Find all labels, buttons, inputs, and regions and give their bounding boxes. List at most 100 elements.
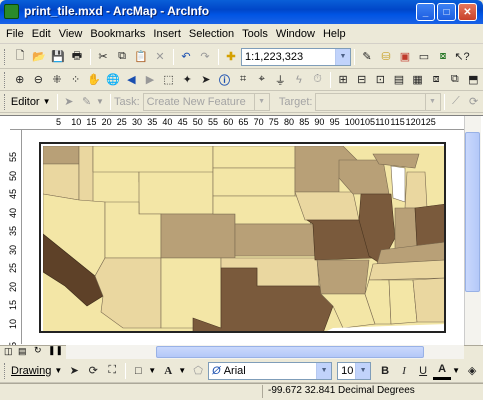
find-binoculars-icon[interactable]: ⌗ — [234, 71, 252, 89]
fixed-zoom-out-icon[interactable]: ⁘ — [67, 71, 85, 89]
zoom-in-icon[interactable]: ⊕ — [11, 71, 29, 89]
chevron-down-icon[interactable]: ▼ — [424, 93, 440, 110]
editor-toolbar-icon[interactable]: ✎ — [358, 48, 376, 66]
toolbar-grip[interactable] — [4, 48, 7, 65]
data-frame[interactable] — [39, 142, 446, 333]
menu-selection[interactable]: Selection — [189, 28, 234, 40]
menu-insert[interactable]: Insert — [153, 28, 181, 40]
layout-forward-icon[interactable]: ⬒ — [465, 71, 483, 89]
toolbar-grip[interactable] — [4, 71, 7, 88]
editor-menu[interactable]: Editor — [11, 96, 40, 108]
new-text-icon[interactable]: A — [159, 362, 177, 380]
zoom-to-selected-icon[interactable]: ⛶ — [103, 362, 121, 380]
forward-arrow-icon[interactable]: ▶ — [141, 71, 159, 89]
save-icon[interactable]: 💾 — [49, 48, 67, 66]
menu-file[interactable]: File — [6, 28, 24, 40]
drawing-dropdown-icon[interactable]: ▼ — [54, 366, 62, 375]
arcmap-app-icon[interactable] — [4, 4, 19, 19]
font-color-dropdown-icon[interactable]: ▼ — [452, 366, 460, 375]
rectangle-icon[interactable]: □ — [129, 362, 147, 380]
menu-help[interactable]: Help — [323, 28, 346, 40]
edit-tool-icon[interactable]: ➤ — [61, 93, 78, 111]
pan-hand-icon[interactable]: ✋ — [85, 71, 103, 89]
state-north-dakota[interactable] — [212, 146, 296, 169]
back-arrow-icon[interactable]: ◀ — [123, 71, 141, 89]
print-icon[interactable]: 🖶 — [68, 48, 86, 66]
fixed-zoom-in-icon[interactable]: ⁜ — [48, 71, 66, 89]
delete-icon[interactable]: ✕ — [151, 48, 169, 66]
target-combo[interactable]: ▼ — [315, 92, 441, 111]
layout-zoom-in-icon[interactable]: ⊞ — [334, 71, 352, 89]
state-arkansas[interactable] — [316, 259, 370, 295]
menu-view[interactable]: View — [59, 28, 83, 40]
full-extent-icon[interactable]: 🌐 — [104, 71, 122, 89]
layout-fixed-zoom-icon[interactable]: ⧈ — [427, 71, 445, 89]
menu-bookmarks[interactable]: Bookmarks — [90, 28, 145, 40]
clear-selection-icon[interactable]: ✦ — [178, 71, 196, 89]
layout-view-icon[interactable]: ▤ — [18, 346, 27, 357]
rotate-icon[interactable]: ⟳ — [84, 362, 102, 380]
copy-icon[interactable]: ⧉ — [113, 48, 131, 66]
select-elements-icon[interactable]: ➤ — [65, 362, 83, 380]
state-indiana[interactable] — [394, 207, 418, 251]
close-button[interactable]: ✕ — [458, 3, 477, 21]
drawing-menu[interactable]: Drawing — [11, 365, 51, 377]
horizontal-scroll-thumb[interactable] — [156, 346, 424, 358]
state-idaho[interactable] — [78, 146, 94, 205]
layout-zoom-out-icon[interactable]: ⊟ — [353, 71, 371, 89]
underline-button[interactable]: U — [414, 362, 432, 380]
cut-icon[interactable]: ✂ — [94, 48, 112, 66]
state-wyoming[interactable] — [138, 171, 214, 215]
map-scale-combo[interactable]: 1:1,223,323 ▼ — [241, 47, 351, 66]
state-new-mexico[interactable] — [160, 257, 222, 329]
hyperlink-icon[interactable]: ϟ — [290, 71, 308, 89]
select-features-icon[interactable]: ⬚ — [160, 71, 178, 89]
bold-button[interactable]: B — [376, 362, 394, 380]
state-kansas[interactable] — [234, 223, 316, 257]
task-combo[interactable]: Create New Feature ▼ — [142, 92, 270, 111]
go-to-xy-icon[interactable]: ⌖ — [253, 71, 271, 89]
select-elements-icon[interactable]: ➤ — [197, 71, 215, 89]
measure-icon[interactable]: ⏚ — [271, 71, 289, 89]
minimize-button[interactable]: _ — [416, 3, 435, 21]
state-alabama[interactable] — [388, 279, 418, 325]
new-document-icon[interactable]: 🗋 — [11, 48, 29, 66]
state-south-dakota[interactable] — [212, 167, 296, 197]
zoom-out-icon[interactable]: ⊖ — [30, 71, 48, 89]
text-dropdown-icon[interactable]: ▼ — [178, 366, 186, 375]
arccatalog-icon[interactable]: ⛁ — [377, 48, 395, 66]
toolbar-grip[interactable] — [4, 93, 7, 110]
fill-color-icon[interactable]: ◈ — [463, 362, 481, 380]
chevron-down-icon[interactable]: ▼ — [335, 48, 350, 65]
font-name-combo[interactable]: Ø Arial ▼ — [208, 361, 333, 380]
add-data-icon[interactable]: ✚ — [222, 48, 240, 66]
whats-this-help-icon[interactable]: ↖? — [453, 48, 471, 66]
menu-tools[interactable]: Tools — [242, 28, 268, 40]
layout-back-icon[interactable]: ⧉ — [446, 71, 464, 89]
rotate-tool-icon[interactable]: ⟳ — [465, 93, 482, 111]
model-builder-icon[interactable]: ⧇ — [434, 48, 452, 66]
font-size-combo[interactable]: 10 ▼ — [337, 361, 372, 380]
time-slider-icon[interactable]: ⏱ — [309, 71, 327, 89]
open-folder-icon[interactable]: 📂 — [30, 48, 48, 66]
sketch-tool-icon[interactable]: ✎ — [78, 93, 95, 111]
data-view-icon[interactable]: ◫ — [4, 346, 13, 357]
arctoolbox-icon[interactable]: ▣ — [396, 48, 414, 66]
chevron-down-icon[interactable]: ▼ — [253, 93, 269, 110]
refresh-icon[interactable]: ↻ — [34, 345, 42, 356]
menu-edit[interactable]: Edit — [32, 28, 51, 40]
rectangle-dropdown-icon[interactable]: ▼ — [148, 366, 156, 375]
command-line-icon[interactable]: ▭ — [415, 48, 433, 66]
sketch-dropdown-icon[interactable]: ▼ — [96, 97, 104, 106]
undo-icon[interactable]: ↶ — [177, 48, 195, 66]
vertical-scroll-thumb[interactable] — [465, 132, 480, 292]
editor-dropdown-icon[interactable]: ▼ — [43, 97, 51, 106]
identify-icon[interactable]: ⓘ — [216, 71, 234, 89]
state-georgia[interactable] — [412, 277, 446, 323]
font-color-icon[interactable]: A — [433, 362, 452, 380]
chevron-down-icon[interactable]: ▼ — [316, 362, 332, 379]
toolbar-grip[interactable] — [4, 362, 7, 379]
state-iowa[interactable] — [294, 191, 360, 221]
split-tool-icon[interactable]: ⟋ — [448, 93, 465, 111]
menu-window[interactable]: Window — [276, 28, 315, 40]
